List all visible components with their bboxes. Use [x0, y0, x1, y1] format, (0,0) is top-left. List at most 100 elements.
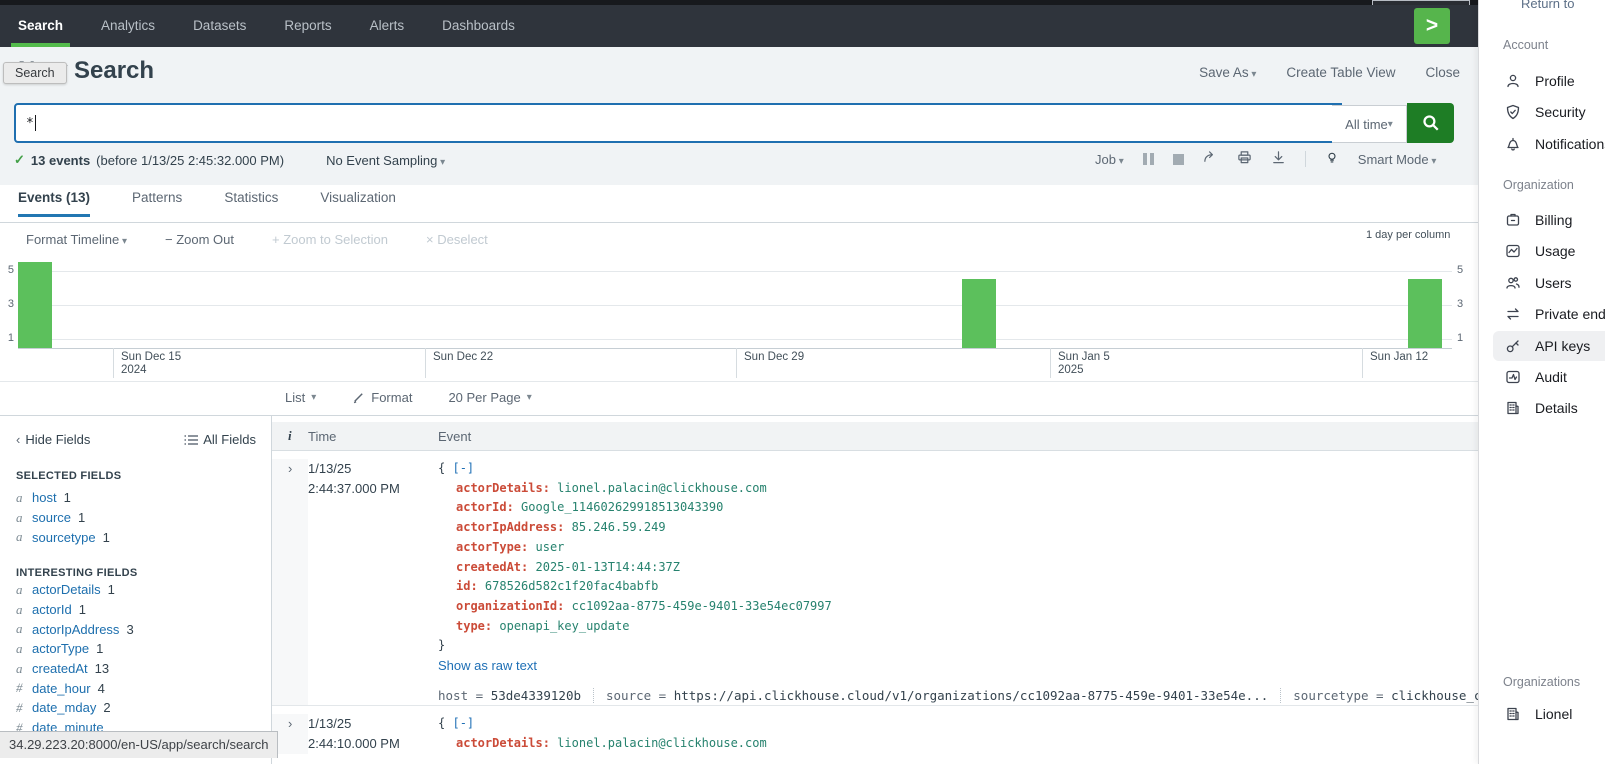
json-value[interactable]: cc1092aa-8775-459e-9401-33e54ec07997: [572, 599, 832, 613]
json-value[interactable]: lionel.palacin@clickhouse.com: [557, 481, 767, 495]
create-table-view-button[interactable]: Create Table View: [1286, 65, 1395, 80]
timeline-bar-0[interactable]: [18, 262, 52, 348]
json-key[interactable]: type: [456, 619, 485, 633]
nav-item-alerts[interactable]: Alerts: [370, 5, 405, 47]
all-fields-link[interactable]: All Fields: [184, 432, 256, 447]
nav-item-reports[interactable]: Reports: [284, 5, 331, 47]
json-key[interactable]: actorDetails: [456, 736, 543, 750]
pause-icon[interactable]: [1143, 153, 1154, 165]
event-sampling-dropdown[interactable]: No Event Sampling: [326, 153, 445, 168]
nav-item-analytics[interactable]: Analytics: [101, 5, 155, 47]
panel-item-details[interactable]: Details: [1493, 393, 1605, 423]
json-value[interactable]: 2025-01-13T14:44:37Z: [536, 560, 681, 574]
json-key[interactable]: organizationId: [456, 599, 557, 613]
export-icon[interactable]: [1271, 150, 1286, 168]
json-value[interactable]: Google_114602629918513043390: [521, 500, 723, 514]
field-row-source[interactable]: asource1: [16, 508, 256, 528]
field-count: 13: [95, 661, 109, 676]
field-row-host[interactable]: ahost1: [16, 488, 256, 508]
return-link[interactable]: Return to: [1521, 0, 1574, 11]
panel-item-notifications[interactable]: Notifications: [1493, 129, 1605, 159]
ytick-left-3: 3: [0, 298, 14, 310]
job-dropdown[interactable]: Job: [1095, 152, 1124, 167]
list-view-dropdown[interactable]: List: [285, 390, 316, 405]
billing-icon: [1505, 212, 1521, 228]
panel-item-usage[interactable]: Usage: [1493, 236, 1605, 266]
field-row-actorType[interactable]: aactorType1: [16, 639, 256, 659]
share-icon[interactable]: [1203, 150, 1218, 168]
field-row-actorIpAddress[interactable]: aactorIpAddress3: [16, 619, 256, 639]
meta-source[interactable]: source = https://api.clickhouse.cloud/v1…: [606, 686, 1268, 706]
panel-item-audit[interactable]: Audit: [1493, 362, 1605, 392]
panel-item-security[interactable]: Security: [1493, 97, 1605, 127]
job-toolbar: Job Smart Mode: [1095, 150, 1455, 168]
smart-mode-dropdown[interactable]: Smart Mode: [1358, 152, 1437, 167]
field-count: 1: [64, 490, 71, 505]
search-input[interactable]: *: [14, 103, 1342, 143]
collapse-toggle[interactable]: [-]: [452, 716, 474, 730]
panel-item-api-keys[interactable]: API keys: [1493, 331, 1605, 361]
format-timeline-dropdown[interactable]: Format Timeline: [26, 232, 127, 247]
panel-item-profile[interactable]: Profile: [1493, 66, 1605, 96]
tab-visualization[interactable]: Visualization: [320, 190, 396, 217]
time-range-dropdown[interactable]: All time: [1332, 105, 1407, 143]
events-timeline-chart: 113355Sun Dec 152024Sun Dec 22Sun Dec 29…: [0, 258, 1478, 382]
per-page-dropdown[interactable]: 20 Per Page: [448, 390, 531, 405]
xtick-0: [113, 348, 114, 378]
stop-icon[interactable]: [1173, 154, 1184, 165]
ytick-left-1: 1: [0, 332, 14, 344]
json-key[interactable]: createdAt: [456, 560, 521, 574]
gridline-y3: [18, 305, 1452, 306]
panel-item-billing[interactable]: Billing: [1493, 205, 1605, 235]
json-value[interactable]: 678526d582c1f20fac4babfb: [485, 579, 658, 593]
timeline-xaxis: Sun Dec 152024Sun Dec 22Sun Dec 29Sun Ja…: [0, 348, 1478, 382]
expand-chevron-icon[interactable]: ›: [272, 459, 308, 705]
json-key[interactable]: actorId: [456, 500, 507, 514]
timeline-bar-2[interactable]: [1408, 279, 1442, 348]
audit-icon: [1505, 369, 1521, 385]
panel-item-label: Notifications: [1535, 136, 1605, 152]
field-row-actorDetails[interactable]: aactorDetails1: [16, 580, 256, 600]
nav-item-dashboards[interactable]: Dashboards: [442, 5, 515, 47]
search-button[interactable]: [1407, 103, 1454, 143]
check-icon: ✓: [14, 152, 25, 168]
json-value[interactable]: user: [536, 540, 565, 554]
json-value[interactable]: 85.246.59.249: [572, 520, 666, 534]
json-key[interactable]: id: [456, 579, 470, 593]
json-field-type: type: openapi_key_update: [438, 617, 1478, 637]
panel-section-organization: Organization: [1503, 178, 1574, 192]
collapse-toggle[interactable]: [-]: [452, 461, 474, 475]
hide-fields-link[interactable]: ‹Hide Fields: [16, 432, 90, 447]
json-value[interactable]: openapi_key_update: [499, 619, 629, 633]
tab-patterns[interactable]: Patterns: [132, 190, 182, 217]
close-button[interactable]: Close: [1425, 65, 1460, 80]
save-as-button[interactable]: Save As: [1199, 65, 1256, 80]
splunk-logo-icon[interactable]: >: [1414, 8, 1450, 44]
json-key[interactable]: actorType: [456, 540, 521, 554]
print-icon[interactable]: [1237, 150, 1252, 168]
zoom-out-button[interactable]: − Zoom Out: [165, 232, 234, 247]
field-row-date_hour[interactable]: #date_hour4: [16, 678, 256, 698]
field-row-actorId[interactable]: aactorId1: [16, 600, 256, 620]
field-row-date_mday[interactable]: #date_mday2: [16, 698, 256, 718]
nav-item-search[interactable]: Search: [18, 5, 63, 47]
deselect-button: × Deselect: [426, 232, 488, 247]
format-button[interactable]: Format: [352, 390, 412, 405]
json-key[interactable]: actorIpAddress: [456, 520, 557, 534]
json-field-actorDetails: actorDetails: lionel.palacin@clickhouse.…: [438, 734, 1478, 754]
event-clock: 2:44:10.000 PM: [308, 734, 438, 754]
meta-host[interactable]: host = 53de4339120b: [438, 686, 581, 706]
tab-statistics[interactable]: Statistics: [224, 190, 278, 217]
nav-item-datasets[interactable]: Datasets: [193, 5, 246, 47]
panel-item-private-endpoints[interactable]: Private endpoints: [1493, 299, 1605, 329]
panel-item-lionel[interactable]: Lionel: [1493, 699, 1605, 729]
events-table: iTimeEvent›1/13/252:44:37.000 PM{ [-]act…: [272, 416, 1478, 764]
tab-events-13-[interactable]: Events (13): [18, 190, 90, 217]
show-raw-text-link[interactable]: Show as raw text: [438, 656, 537, 676]
json-key[interactable]: actorDetails: [456, 481, 543, 495]
panel-item-users[interactable]: Users: [1493, 268, 1605, 298]
timeline-bar-1[interactable]: [962, 279, 996, 348]
field-row-createdAt[interactable]: acreatedAt13: [16, 659, 256, 679]
field-row-sourcetype[interactable]: asourcetype1: [16, 527, 256, 547]
json-value[interactable]: lionel.palacin@clickhouse.com: [557, 736, 767, 750]
